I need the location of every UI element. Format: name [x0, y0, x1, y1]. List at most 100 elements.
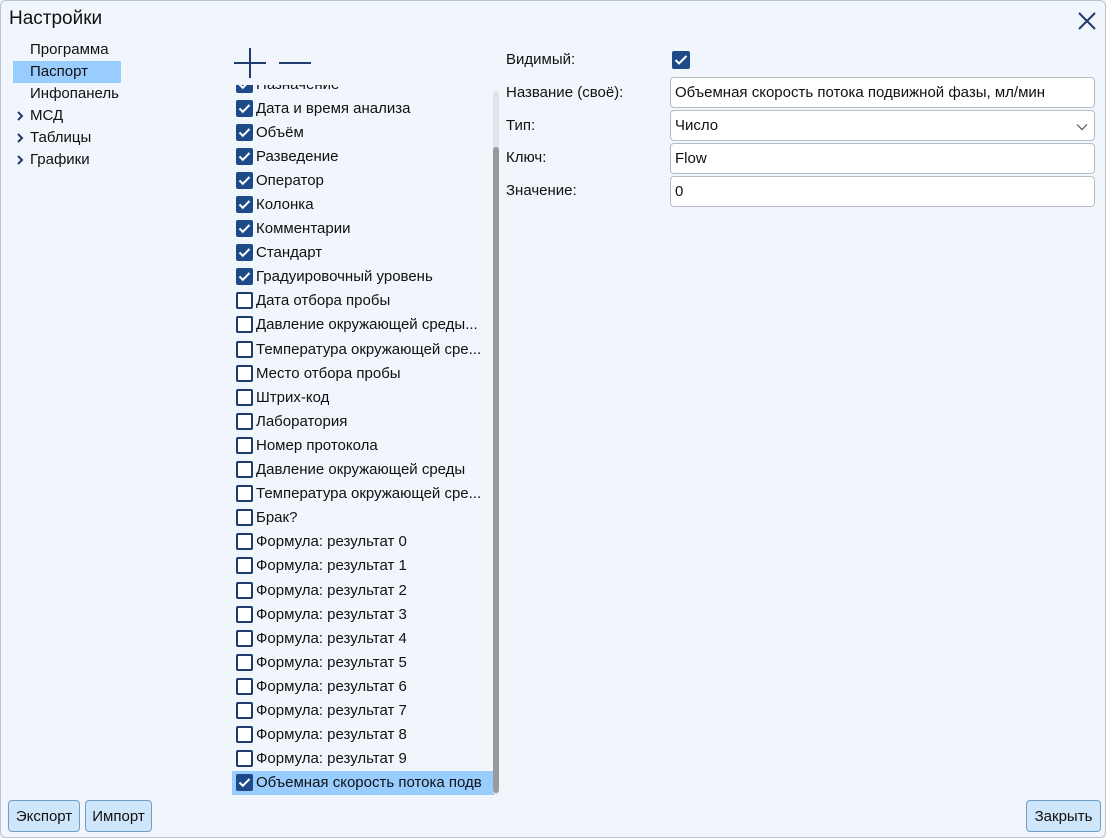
list-item-checkbox[interactable] [236, 147, 253, 165]
list-item-checkbox[interactable] [236, 123, 253, 141]
list-item[interactable]: Формула: результат 2 [232, 578, 494, 602]
list-item[interactable]: Формула: результат 8 [232, 723, 494, 747]
list-item[interactable]: Стандарт [232, 241, 494, 265]
nav-item[interactable]: МСД [13, 105, 121, 127]
list-item[interactable]: Оператор [232, 168, 494, 192]
list-item[interactable]: Формула: результат 1 [232, 554, 494, 578]
nav-item[interactable]: Инфопанель [13, 83, 121, 105]
list-item-label: Комментарии [256, 220, 351, 238]
list-item-checkbox[interactable] [236, 629, 253, 647]
list-item-checkbox[interactable] [236, 581, 253, 599]
close-icon[interactable] [1075, 9, 1099, 33]
list-item-checkbox[interactable] [236, 171, 253, 189]
list-item-checkbox[interactable] [236, 388, 253, 406]
list-item-checkbox[interactable] [236, 485, 253, 503]
passport-fields-list[interactable]: Назначение Дата и время анализа Объём Разве… [232, 85, 500, 797]
list-item[interactable]: Дата отбора пробы [232, 289, 494, 313]
list-item-checkbox[interactable] [236, 220, 253, 238]
export-button[interactable]: Экспорт [8, 800, 80, 832]
list-item-checkbox[interactable] [236, 677, 253, 695]
list-item[interactable]: Давление окружающей среды [232, 458, 494, 482]
list-item[interactable]: Назначение [232, 85, 494, 96]
list-item-checkbox[interactable] [236, 340, 253, 358]
list-item-label: Формула: результат 8 [256, 726, 407, 744]
remove-icon[interactable] [277, 46, 313, 80]
list-item[interactable]: Дата и время анализа [232, 96, 494, 120]
list-item-checkbox[interactable] [236, 653, 253, 671]
list-item[interactable]: Штрих-код [232, 385, 494, 409]
list-item-checkbox[interactable] [236, 196, 253, 214]
list-item-checkbox[interactable] [236, 316, 253, 334]
list-item[interactable]: Разведение [232, 144, 494, 168]
list-item-checkbox[interactable] [236, 244, 253, 262]
list-item-label: Назначение [256, 85, 339, 93]
list-item[interactable]: Брак? [232, 506, 494, 530]
list-item[interactable]: Формула: результат 0 [232, 530, 494, 554]
list-item-checkbox[interactable] [236, 412, 253, 430]
nav-item[interactable]: Программа [13, 39, 121, 61]
type-select[interactable]: Число [670, 110, 1095, 141]
list-item-checkbox[interactable] [236, 461, 253, 479]
list-item-checkbox[interactable] [236, 99, 253, 117]
check-icon [238, 128, 251, 137]
scrollbar-thumb[interactable] [493, 147, 499, 793]
list-scrollbar[interactable] [493, 91, 499, 795]
add-icon[interactable] [232, 46, 268, 80]
list-item[interactable]: Формула: результат 4 [232, 626, 494, 650]
list-item[interactable]: Температура окружающей сре... [232, 482, 494, 506]
name-field[interactable] [670, 77, 1095, 108]
list-item-checkbox[interactable] [236, 701, 253, 719]
value-field[interactable] [670, 176, 1095, 207]
list-item[interactable]: Формула: результат 7 [232, 698, 494, 722]
list-item[interactable]: Формула: результат 3 [232, 602, 494, 626]
list-item-checkbox[interactable] [236, 726, 253, 744]
list-item[interactable]: Колонка [232, 192, 494, 216]
list-item-checkbox[interactable] [236, 436, 253, 454]
list-item-checkbox[interactable] [236, 533, 253, 551]
settings-nav-tree: Программа Паспорт Инфопанель МСД Таблицы Граф… [13, 39, 213, 171]
visible-label: Видимый: [506, 51, 576, 68]
list-item[interactable]: Формула: результат 9 [232, 747, 494, 771]
list-item[interactable]: Место отбора пробы [232, 361, 494, 385]
list-item[interactable]: Номер протокола [232, 433, 494, 457]
list-item-checkbox[interactable] [236, 292, 253, 310]
list-item-label: Разведение [256, 147, 339, 165]
chevron-right-icon[interactable] [15, 155, 25, 165]
import-button[interactable]: Импорт [85, 800, 152, 832]
list-item-label: Температура окружающей сре... [256, 485, 482, 503]
list-item-checkbox[interactable] [236, 750, 253, 768]
list-item-checkbox[interactable] [236, 509, 253, 527]
key-field[interactable] [670, 143, 1095, 174]
nav-item[interactable]: Паспорт [13, 61, 121, 83]
nav-item[interactable]: Таблицы [13, 127, 121, 149]
nav-item[interactable]: Графики [13, 149, 121, 171]
list-item-label: Штрих-код [256, 388, 330, 406]
list-item-checkbox[interactable] [236, 85, 253, 93]
list-item-label: Формула: результат 4 [256, 629, 407, 647]
list-item-checkbox[interactable] [236, 605, 253, 623]
check-icon [238, 248, 251, 258]
list-item[interactable]: Объём [232, 120, 494, 144]
chevron-right-icon[interactable] [15, 111, 25, 121]
list-item[interactable]: Объемная скорость потока подв [232, 770, 494, 795]
visible-checkbox[interactable] [672, 51, 690, 69]
type-select-value: Число [675, 117, 719, 134]
list-item-checkbox[interactable] [236, 774, 253, 792]
list-item[interactable]: Градуировочный уровень [232, 265, 494, 289]
list-item[interactable]: Комментарии [232, 217, 494, 241]
list-item-label: Дата отбора пробы [256, 292, 391, 310]
list-item[interactable]: Формула: результат 6 [232, 674, 494, 698]
list-item-checkbox[interactable] [236, 364, 253, 382]
list-item[interactable]: Давление окружающей среды... [232, 313, 494, 337]
list-item[interactable]: Температура окружающей сре... [232, 337, 494, 361]
list-item-label: Место отбора пробы [256, 364, 401, 382]
list-item[interactable]: Формула: результат 5 [232, 650, 494, 674]
list-item-checkbox[interactable] [236, 557, 253, 575]
list-item-label: Формула: результат 0 [256, 533, 407, 551]
list-item[interactable]: Лаборатория [232, 409, 494, 433]
chevron-right-icon[interactable] [15, 133, 25, 143]
value-label: Значение: [506, 182, 577, 199]
list-item-checkbox[interactable] [236, 268, 253, 286]
list-item-label: Формула: результат 9 [256, 750, 407, 768]
close-button[interactable]: Закрыть [1026, 800, 1101, 832]
